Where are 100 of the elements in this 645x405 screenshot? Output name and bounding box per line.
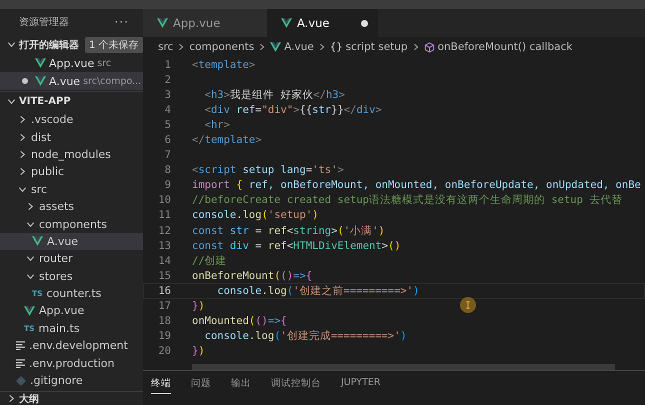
chevron-icon[interactable] [18, 132, 27, 142]
line-number: 12 [157, 224, 171, 237]
code-line: const div = ref<HTMLDivElement>() [192, 240, 401, 252]
breadcrumb-item[interactable]: onBeforeMount() callback [424, 41, 572, 53]
section-title[interactable]: 大纲 [19, 392, 39, 405]
code-line: <div ref="div">{{str}}</div> [204, 104, 382, 116]
braces-icon: {} [330, 42, 343, 52]
line-number: 13 [157, 240, 171, 252]
line-number: 4 [164, 104, 171, 116]
tree-item[interactable]: .gitignore [0, 372, 143, 390]
line-number: 5 [164, 118, 171, 131]
code-line: </template> [192, 134, 262, 146]
diamond-file-icon [16, 376, 26, 386]
code-line: console.log('创建之前=========>') [216, 284, 420, 298]
vue-logo-icon [270, 42, 282, 52]
tree-item[interactable]: public [0, 163, 143, 181]
vue-logo-icon [32, 236, 43, 246]
line-number: 15 [157, 270, 171, 282]
panel-tab[interactable]: 问题 [191, 377, 211, 394]
chevron-icon[interactable] [7, 40, 16, 49]
chevron-icon[interactable] [7, 394, 16, 403]
chevron-icon[interactable] [26, 220, 35, 229]
code-line: const str = ref<string>('小满') [192, 224, 385, 238]
tree-item[interactable]: stores [0, 268, 143, 285]
lines-file-icon [16, 341, 25, 350]
chevron-icon[interactable] [18, 115, 27, 124]
section-title[interactable]: VITE-APP [19, 96, 71, 107]
tree-item[interactable]: .env.development [0, 337, 143, 354]
line-number: 9 [164, 179, 171, 192]
line-number: 16 [157, 284, 171, 297]
line-number: 1 [164, 58, 171, 71]
breadcrumb-item[interactable]: {} script setup [330, 41, 408, 53]
tree-item[interactable]: router [0, 250, 143, 268]
code-line: import { ref, onBeforeMount, onMounted, onBeforeUpdate, onUpdated, onBe [192, 179, 641, 192]
horizontal-scrollbar[interactable] [192, 364, 615, 370]
chevron-icon[interactable] [26, 272, 35, 281]
vue-logo-icon [35, 58, 46, 68]
code-line: console.log('创建完成=========>') [204, 329, 407, 344]
breadcrumb-item[interactable]: components [189, 41, 254, 53]
tree-item[interactable]: .vscode [0, 111, 143, 128]
panel-tab[interactable]: 调试控制台 [271, 377, 321, 394]
panel-tab[interactable]: 终端 [151, 377, 171, 394]
chevron-right-icon [412, 43, 420, 51]
more-actions-button[interactable]: ··· [114, 15, 129, 29]
text-cursor-icon [460, 297, 476, 313]
line-number: 10 [157, 194, 171, 206]
code-line: <hr> [204, 118, 230, 131]
chevron-icon[interactable] [26, 254, 35, 264]
unsaved-dot-icon[interactable] [361, 20, 368, 26]
panel-tab[interactable]: 输出 [231, 377, 251, 394]
code-line: onBeforeMount(()=>{ [192, 270, 312, 282]
code-line: //创建 [192, 254, 227, 268]
chevron-right-icon [318, 43, 326, 51]
chevron-icon[interactable] [18, 150, 27, 159]
code-line: }) [192, 300, 205, 312]
open-editor-item[interactable]: A.vue src\compo... [0, 72, 143, 90]
vue-logo-icon [281, 18, 292, 28]
breadcrumb-item[interactable]: A.vue [270, 41, 314, 53]
tree-item[interactable]: assets [0, 198, 143, 216]
code-line: onMounted(()=>{ [192, 315, 287, 328]
line-number: 14 [157, 254, 171, 267]
section-title[interactable]: 打开的编辑器 [19, 38, 79, 52]
code-line: <h3>我是组件 好家伙</h3> [204, 88, 345, 102]
line-number: 2 [164, 74, 171, 86]
tree-item[interactable]: src [0, 180, 143, 198]
vue-logo-icon [24, 306, 35, 316]
panel-tab[interactable]: JUPYTER [341, 377, 380, 394]
tree-item[interactable]: App.vue [0, 302, 143, 320]
line-number: 8 [164, 164, 171, 176]
line-number: 17 [157, 300, 171, 312]
line-number: 20 [157, 345, 171, 358]
editor-tab[interactable]: A.vue [267, 9, 378, 37]
tree-item[interactable]: .env.production [0, 354, 143, 372]
line-number: 19 [157, 330, 171, 342]
editor-tab[interactable]: App.vue [143, 9, 267, 37]
chevron-icon[interactable] [18, 184, 27, 194]
chevron-icon[interactable] [18, 167, 27, 176]
code-line: }) [192, 345, 205, 358]
line-number: 6 [164, 134, 171, 146]
explorer-title: 资源管理器 [19, 16, 69, 29]
line-number: 11 [157, 209, 171, 222]
cube-icon [424, 42, 435, 52]
tree-item[interactable]: node_modules [0, 146, 143, 164]
tree-item[interactable]: A.vue [0, 232, 143, 250]
chevron-icon[interactable] [7, 97, 16, 106]
lines-file-icon [16, 358, 25, 368]
tree-item[interactable]: components [0, 215, 143, 233]
tree-item[interactable]: dist [0, 128, 143, 146]
code-line: <script setup lang='ts'> [192, 164, 344, 176]
vue-logo-icon [35, 76, 46, 86]
line-number: 3 [164, 88, 171, 101]
code-line: console.log('setup') [192, 209, 318, 222]
vue-logo-icon [157, 18, 168, 28]
code-line: <template> [192, 58, 256, 71]
breadcrumb-item[interactable]: src [158, 41, 174, 53]
line-number: 18 [157, 315, 171, 328]
chevron-icon[interactable] [26, 202, 35, 212]
chevron-right-icon [258, 43, 266, 51]
unsaved-count-badge: 1 个未保存 [85, 36, 143, 52]
open-editor-item[interactable]: App.vue src [0, 54, 143, 72]
